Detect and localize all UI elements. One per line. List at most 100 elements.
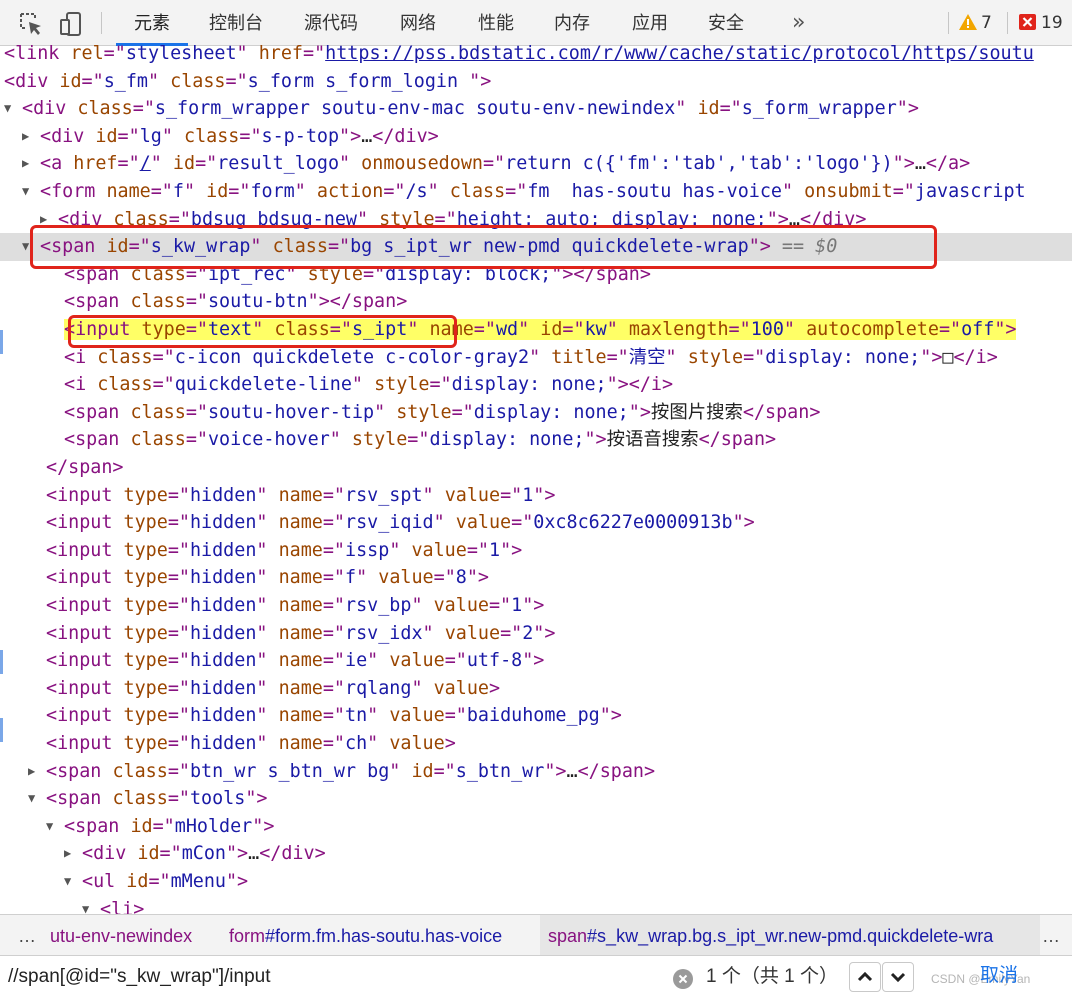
expand-arrow-open-icon[interactable]: ▼	[82, 896, 100, 914]
cancel-search-button[interactable]: 取消	[980, 956, 1018, 998]
syntax-val: 0xc8c6227e0000913b	[533, 512, 733, 534]
next-match-button[interactable]	[882, 962, 914, 992]
syntax-val: ie	[345, 650, 368, 672]
syntax-attr: name	[278, 650, 323, 672]
syntax-tag: <a	[40, 153, 74, 175]
dom-node-line[interactable]: ▼ <span class="tools">	[0, 785, 1072, 813]
syntax-val: s_form_wrapper	[741, 98, 897, 120]
syntax-val: soutu-btn	[207, 291, 308, 313]
syntax-tag: "	[427, 181, 450, 202]
warnings-count: 7	[981, 13, 992, 33]
dom-node-line[interactable]: <input type="hidden" name="ie" value="ut…	[0, 647, 1072, 675]
syntax-val: hidden	[189, 650, 257, 672]
dom-node-line[interactable]: <input type="hidden" name="f" value="8">	[0, 564, 1072, 592]
more-tabs-button[interactable]: »	[792, 10, 805, 35]
dom-node-line[interactable]: ▶ <span class="btn_wr s_btn_wr bg" id="s_…	[0, 758, 1072, 786]
syntax-val: result_logo	[217, 153, 340, 175]
syntax-tag: ="	[167, 788, 190, 810]
syntax-attr: style	[374, 374, 430, 396]
syntax-tag: "	[183, 181, 207, 202]
breadcrumb-item-form-wrapper[interactable]: utu-env-newindex	[50, 915, 192, 955]
syntax-tag: ="	[117, 153, 140, 175]
syntax-tag: <link	[4, 43, 71, 64]
dom-node-line[interactable]: <span class="voice-hover" style="display…	[0, 426, 1072, 454]
xpath-search-input[interactable]	[8, 962, 668, 992]
syntax-tag: ="	[892, 181, 915, 202]
expand-arrow-open-icon[interactable]: ▼	[64, 868, 82, 896]
expand-arrow-closed-icon[interactable]: ▶	[22, 123, 40, 151]
dom-node-line[interactable]: <input type="hidden" name="tn" value="ba…	[0, 702, 1072, 730]
errors-badge[interactable]: 19	[1018, 11, 1063, 35]
dom-node-line[interactable]: <input type="hidden" name="issp" value="…	[0, 537, 1072, 565]
syntax-tag: ="	[500, 622, 523, 644]
syntax-attr: id	[95, 125, 118, 147]
syntax-attr: id	[697, 98, 720, 120]
dom-node-line[interactable]: <input type="hidden" name="rsv_iqid" val…	[0, 509, 1072, 537]
expand-arrow-open-icon[interactable]: ▼	[46, 813, 64, 841]
syntax-val: c-icon quickdelete c-color-gray2	[174, 346, 530, 368]
dom-node-line[interactable]: ▼ <li>	[0, 896, 1072, 914]
warnings-badge[interactable]: 7	[958, 11, 992, 35]
breadcrumb-tag: span	[548, 926, 588, 946]
syntax-tag: <input	[46, 733, 124, 754]
syntax-tag: "	[782, 181, 805, 202]
previous-match-button[interactable]	[849, 962, 881, 992]
syntax-tag: ="	[117, 125, 140, 147]
syntax-val: /s	[405, 181, 428, 202]
dom-node-line[interactable]: <input type="hidden" name="rsv_bp" value…	[0, 592, 1072, 620]
dom-node-line[interactable]: ▶ <div id="lg" class="s-p-top">…</div>	[0, 123, 1072, 151]
syntax-tag: </span>	[577, 760, 656, 782]
breadcrumb-item-span-selected[interactable]: span#s_kw_wrap.bg.s_ipt_wr.new-pmd.quick…	[540, 915, 1040, 955]
dom-node-line[interactable]: ▼ <div class="s_form_wrapper soutu-env-ma…	[0, 95, 1072, 123]
dom-node-line[interactable]: <span class="soutu-btn"></span>	[0, 288, 1072, 316]
dom-node-line[interactable]: <div id="s_fm" class="s_form s_form_logi…	[0, 68, 1072, 96]
dom-node-line[interactable]: <link rel="stylesheet" href="https://pss…	[0, 40, 1072, 68]
syntax-attr: value	[433, 677, 489, 699]
breadcrumb-trailing-ellipsis[interactable]: …	[1042, 915, 1060, 955]
syntax-attr: id	[59, 70, 82, 92]
expand-arrow-closed-icon[interactable]: ▶	[28, 758, 46, 786]
expand-arrow-closed-icon[interactable]: ▶	[64, 840, 82, 868]
breadcrumb-leading-ellipsis[interactable]: …	[18, 915, 36, 955]
dom-node-line[interactable]: ▶ <div id="mCon">…</div>	[0, 840, 1072, 868]
dom-node-line[interactable]: <i class="quickdelete-line" style="displ…	[0, 371, 1072, 399]
syntax-attr: style	[351, 429, 408, 451]
expand-arrow-open-icon[interactable]: ▼	[4, 95, 22, 123]
syntax-tag: ="	[167, 705, 190, 727]
gutter-marker	[0, 650, 3, 674]
syntax-text: …	[914, 153, 926, 175]
dom-node-line[interactable]: <input type="hidden" name="ch" value>	[0, 730, 1072, 758]
syntax-val: 100	[750, 319, 784, 340]
syntax-val: hidden	[189, 733, 257, 754]
dom-node-line[interactable]: ▼ <ul id="mMenu">	[0, 868, 1072, 896]
syntax-tag: ="	[303, 43, 326, 64]
inspect-element-icon[interactable]	[18, 11, 44, 37]
device-toolbar-icon[interactable]	[58, 11, 84, 37]
syntax-text: …	[361, 125, 373, 147]
dom-node-line[interactable]: ▼ <span id="mHolder">	[0, 813, 1072, 841]
breadcrumb-item-form[interactable]: form#form.fm.has-soutu.has-voice	[229, 915, 502, 955]
clear-search-icon[interactable]	[673, 969, 693, 989]
syntax-tag: ="	[482, 153, 506, 175]
dom-node-line[interactable]: ▶ <a href="/" id="result_logo" onmousedow…	[0, 150, 1072, 178]
dom-node-line[interactable]: <span class="soutu-hover-tip" style="dis…	[0, 399, 1072, 427]
syntax-tag: "	[256, 650, 279, 672]
expand-arrow-closed-icon[interactable]: ▶	[22, 150, 40, 178]
syntax-tag: "	[665, 346, 688, 368]
syntax-val: fm has-soutu has-voice	[527, 181, 782, 202]
dom-node-line[interactable]: <input type="hidden" name="rsv_spt" valu…	[0, 482, 1072, 510]
syntax-tag: <form	[40, 181, 107, 202]
expand-arrow-open-icon[interactable]: ▼	[28, 785, 46, 813]
expand-arrow-open-icon[interactable]: ▼	[22, 178, 40, 206]
dom-node-line[interactable]: <input type="hidden" name="rsv_idx" valu…	[0, 620, 1072, 648]
syntax-val: stylesheet	[125, 43, 237, 64]
dom-node-line[interactable]: ▼ <form name="f" id="form" action="/s" cl…	[0, 178, 1072, 206]
syntax-attr: name	[278, 539, 323, 561]
syntax-tag: </span>	[46, 457, 124, 478]
dom-node-line[interactable]: <input type="hidden" name="rqlang" value…	[0, 675, 1072, 703]
syntax-tag: ">	[599, 705, 622, 727]
syntax-tag: <span	[64, 291, 131, 313]
syntax-tag: <div	[82, 843, 138, 865]
dom-node-line[interactable]: </span>	[0, 454, 1072, 482]
syntax-tag: <ul	[82, 871, 127, 892]
